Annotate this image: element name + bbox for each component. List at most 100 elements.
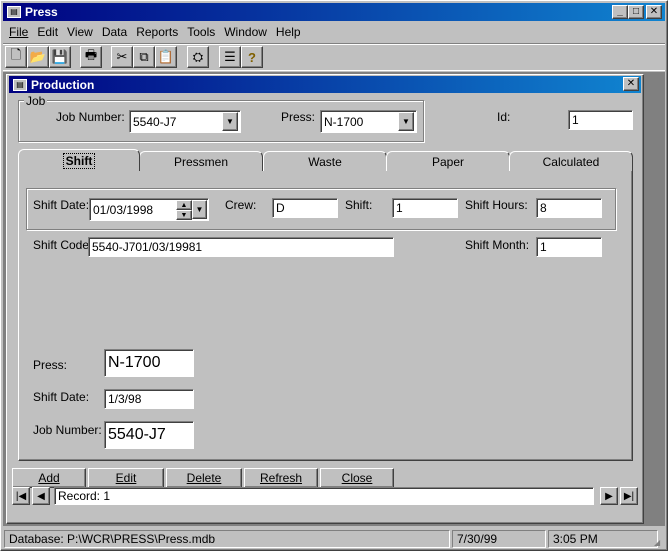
status-database: Database: P:\WCR\PRESS\Press.mdb — [4, 530, 450, 548]
spin-up-icon[interactable]: ▲ — [176, 200, 192, 210]
menu-tools[interactable]: Tools — [187, 25, 215, 39]
id-field[interactable]: 1 — [568, 110, 633, 130]
copy-icon[interactable]: ⧉ — [133, 46, 155, 68]
shift-month-field[interactable]: 1 — [536, 237, 602, 257]
shift-month-label: Shift Month: — [465, 238, 530, 252]
press-value: N-1700 — [324, 114, 364, 129]
spin-down-icon[interactable]: ▼ — [176, 210, 192, 220]
form-icon: ▤ — [13, 78, 27, 91]
close-production-button[interactable]: ✕ — [623, 77, 639, 91]
menu-view[interactable]: View — [67, 25, 93, 39]
next-record-icon[interactable]: ▶ — [600, 487, 618, 505]
lower-press-label: Press: — [33, 358, 68, 372]
find-icon[interactable]: ⛭ — [187, 46, 209, 68]
shift-hours-value: 8 — [540, 201, 547, 215]
tab-pressmen-label: Pressmen — [173, 154, 229, 169]
help-icon[interactable]: ? — [241, 46, 263, 68]
job-number-label: Job Number: — [56, 110, 125, 124]
toolbar — [3, 43, 665, 71]
menu-window[interactable]: Window — [224, 25, 267, 39]
record-indicator: Record: 1 — [54, 487, 594, 505]
crew-label: Crew: — [225, 198, 257, 212]
tab-shift[interactable]: Shift — [18, 149, 140, 171]
status-time: 3:05 PM — [548, 530, 658, 548]
lower-date-value: 1/3/98 — [108, 392, 142, 406]
shift-field[interactable]: 1 — [392, 198, 458, 218]
close-button-label: Close — [341, 471, 373, 485]
status-date: 7/30/99 — [452, 530, 546, 548]
shift-code-label: Shift Code: — [33, 238, 93, 252]
press-label: Press: — [281, 110, 316, 124]
edit-button[interactable]: Edit — [88, 468, 164, 488]
tab-paper-label: Paper — [431, 154, 465, 169]
job-number-value: 5540-J7 — [133, 114, 177, 129]
open-icon[interactable]: 📂 — [27, 46, 49, 68]
shift-hours-label: Shift Hours: — [465, 198, 528, 212]
minimize-button[interactable]: _ — [612, 5, 628, 19]
lower-job-field[interactable]: 5540-J7 — [104, 421, 194, 449]
shift-label: Shift: — [345, 198, 373, 212]
shift-date-dropdown-icon[interactable]: ▼ — [192, 200, 207, 219]
app-title: Press — [25, 5, 58, 19]
tab-waste-label: Waste — [308, 154, 342, 169]
last-record-icon[interactable]: ▶| — [620, 487, 638, 505]
shift-hours-field[interactable]: 8 — [536, 198, 602, 218]
shift-month-value: 1 — [540, 240, 547, 254]
shift-value: 1 — [396, 201, 403, 215]
menu-data[interactable]: Data — [102, 25, 127, 39]
delete-button-label: Delete — [186, 471, 222, 485]
save-icon[interactable]: 💾 — [49, 46, 71, 68]
job-number-dropdown-icon[interactable]: ▼ — [222, 112, 238, 131]
shift-code-field[interactable]: 5540-J701/03/19981 — [88, 237, 394, 257]
properties-icon[interactable]: ☰ — [219, 46, 241, 68]
shift-date-label: Shift Date: — [33, 198, 90, 212]
status-time-text: 3:05 PM — [553, 532, 598, 546]
app-title-bar[interactable]: ▤ Press — [3, 3, 665, 21]
add-button-label: Add — [38, 471, 60, 485]
refresh-button[interactable]: Refresh — [244, 468, 318, 488]
close-app-button[interactable]: ✕ — [646, 5, 662, 19]
menu-file[interactable]: File — [9, 25, 28, 39]
status-date-text: 7/30/99 — [457, 532, 498, 546]
lower-press-value: N-1700 — [108, 354, 161, 371]
lower-press-field[interactable]: N-1700 — [104, 349, 194, 377]
tab-calculated-label: Calculated — [542, 154, 600, 169]
crew-value: D — [276, 201, 285, 215]
tab-paper[interactable]: Paper — [386, 151, 510, 171]
shift-code-value: 5540-J701/03/19981 — [92, 240, 203, 254]
id-value: 1 — [572, 113, 579, 127]
print-icon[interactable]: 🖶 — [80, 46, 102, 68]
maximize-button[interactable]: □ — [628, 5, 644, 19]
menu-help[interactable]: Help — [276, 25, 301, 39]
press-dropdown-icon[interactable]: ▼ — [398, 112, 414, 131]
delete-button[interactable]: Delete — [166, 468, 242, 488]
production-title: Production — [31, 77, 95, 92]
tab-pressmen[interactable]: Pressmen — [139, 151, 263, 171]
new-icon[interactable]: 🗋 — [5, 46, 27, 68]
tab-calculated[interactable]: Calculated — [509, 151, 633, 171]
lower-job-value: 5540-J7 — [108, 426, 166, 443]
first-record-icon[interactable]: |◀ — [12, 487, 30, 505]
id-label: Id: — [497, 110, 511, 124]
app-icon: ▤ — [7, 6, 21, 18]
paste-icon[interactable]: 📋 — [155, 46, 177, 68]
record-text: Record: 1 — [58, 489, 111, 503]
close-button[interactable]: Close — [320, 468, 394, 488]
cut-icon[interactable]: ✂ — [111, 46, 133, 68]
edit-button-label: Edit — [115, 471, 137, 485]
production-title-bar[interactable]: ▤ Production — [9, 76, 641, 93]
shift-date-value: 01/03/1998 — [93, 202, 154, 217]
lower-date-field[interactable]: 1/3/98 — [104, 389, 194, 409]
resize-grip-icon[interactable]: ◢ — [654, 538, 664, 548]
job-group-label: Job — [24, 94, 48, 108]
lower-date-label: Shift Date: — [33, 390, 90, 404]
tab-waste[interactable]: Waste — [263, 151, 387, 171]
prev-record-icon[interactable]: ◀ — [32, 487, 50, 505]
tab-shift-label: Shift — [62, 152, 96, 169]
crew-field[interactable]: D — [272, 198, 338, 218]
refresh-button-label: Refresh — [259, 471, 303, 485]
menu-reports[interactable]: Reports — [136, 25, 178, 39]
menu-edit[interactable]: Edit — [37, 25, 58, 39]
add-button[interactable]: Add — [12, 468, 86, 488]
menu-bar: File Edit View Data Reports Tools Window… — [3, 23, 665, 41]
